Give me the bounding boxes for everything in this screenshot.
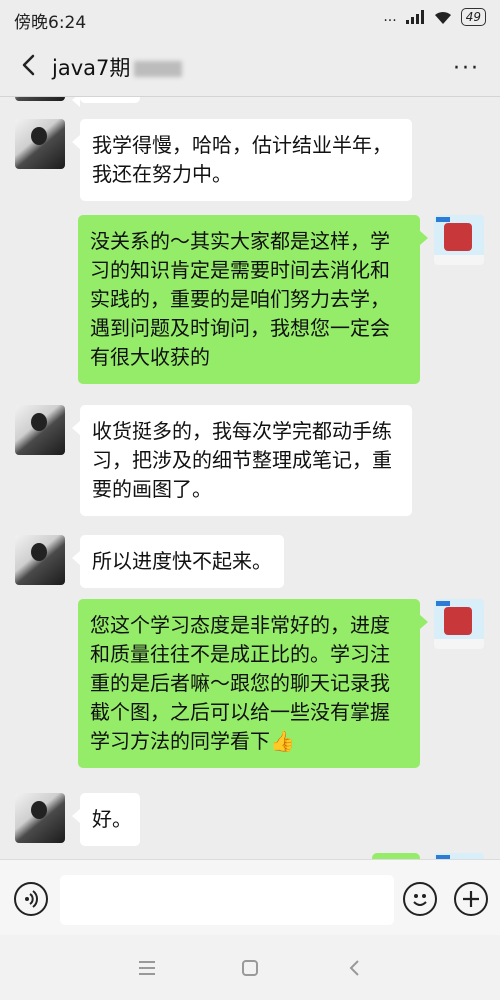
avatar-other[interactable] <box>15 535 65 585</box>
message-bubble-other[interactable]: 收货挺多的，我每次学完都动手练习，把涉及的细节整理成笔记，重要的画图了。 <box>72 405 412 516</box>
status-time: 傍晚6:24 <box>14 13 87 33</box>
status-bar: 傍晚6:24 ... 49 <box>0 0 500 36</box>
message-bubble-other[interactable]: 所以进度快不起来。 <box>72 535 284 588</box>
message-bubble-other[interactable]: 好。 <box>72 793 140 846</box>
message-bubble-self[interactable]: 没关系的～其实大家都是这样，学习的知识肯定是需要时间去消化和实践的，重要的是咱们… <box>78 215 428 384</box>
voice-icon[interactable] <box>14 882 48 916</box>
message-list[interactable]: 我学得慢，哈哈，估计结业半年，我还在努力中。 没关系的～其实大家都是这样，学习的… <box>0 97 500 859</box>
avatar-other[interactable] <box>15 119 65 169</box>
signal-icon <box>405 10 424 24</box>
redacted-name <box>134 61 183 77</box>
avatar-other[interactable] <box>15 793 65 843</box>
bubble-partial <box>72 97 140 107</box>
chat-title-text: java7期 <box>52 56 131 80</box>
wifi-icon <box>434 11 451 24</box>
avatar-partial <box>15 97 65 101</box>
back-arrow-icon[interactable] <box>14 50 44 80</box>
chat-title: java7期 <box>52 52 183 82</box>
message-bubble-other[interactable]: 我学得慢，哈哈，估计结业半年，我还在努力中。 <box>72 119 412 201</box>
chat-header: java7期 ··· <box>0 36 500 96</box>
avatar-self[interactable] <box>434 215 484 265</box>
system-nav-bar <box>0 935 500 1000</box>
emoji-icon[interactable] <box>403 882 437 916</box>
menu-icon[interactable] <box>132 953 162 983</box>
thumbs-up-emoji: 👍 <box>270 729 295 753</box>
battery-indicator: 49 <box>460 8 486 26</box>
plus-icon[interactable] <box>454 882 488 916</box>
signal-dots: ... <box>383 9 397 25</box>
avatar-other[interactable] <box>15 405 65 455</box>
home-icon[interactable] <box>235 953 265 983</box>
message-bubble-self[interactable]: 您这个学习态度是非常好的，进度和质量往往不是成正比的。学习注重的是后者嘛～跟您的… <box>78 599 428 768</box>
input-bar <box>0 859 500 936</box>
message-input[interactable] <box>60 875 394 925</box>
back-icon[interactable] <box>340 953 370 983</box>
status-icons: ... 49 <box>383 8 486 26</box>
message-text: 您这个学习态度是非常好的，进度和质量往往不是成正比的。学习注重的是后者嘛～跟您的… <box>90 613 390 753</box>
avatar-self[interactable] <box>434 599 484 649</box>
more-options-icon[interactable]: ··· <box>453 56 480 81</box>
